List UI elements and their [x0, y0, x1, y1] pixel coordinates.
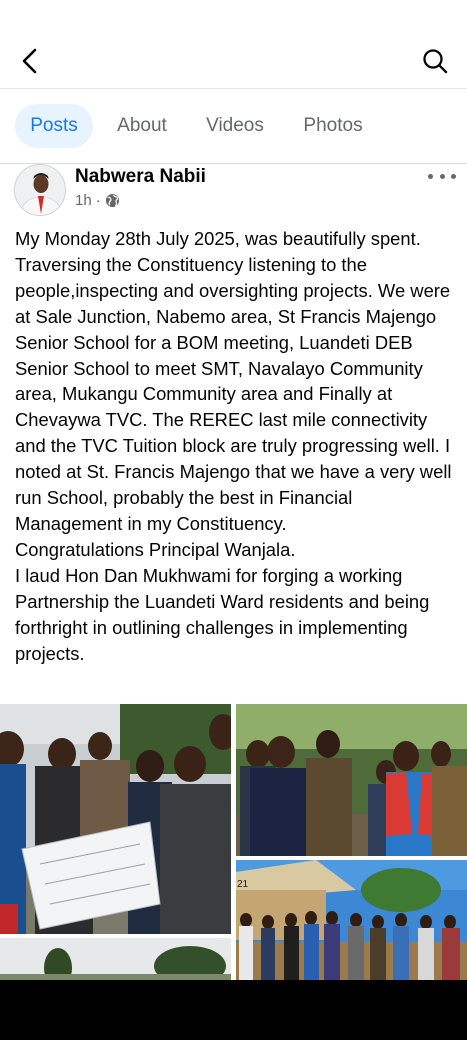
- post-photo-grid: 21: [0, 704, 467, 980]
- top-bar: [0, 0, 467, 88]
- tab-posts[interactable]: Posts: [15, 104, 93, 148]
- more-dot: [439, 173, 445, 179]
- chevron-left-icon: [22, 48, 37, 74]
- post-author[interactable]: Nabwera Nabii: [75, 166, 206, 188]
- more-horizontal-icon: [428, 173, 433, 179]
- profile-tabs: Posts About Videos Photos: [0, 88, 467, 164]
- tab-about[interactable]: About: [106, 104, 178, 148]
- post-text[interactable]: My Monday 28th July 2025, was beautifull…: [15, 226, 455, 666]
- meta-separator: ·: [95, 192, 101, 209]
- profile-photo: [15, 165, 65, 215]
- tab-videos[interactable]: Videos: [196, 104, 274, 148]
- post-photo-2[interactable]: [236, 704, 467, 856]
- system-navigation-bar: [0, 980, 467, 1040]
- back-button[interactable]: [14, 44, 46, 78]
- photo-overlay-number: 21: [237, 879, 249, 890]
- post-options-button[interactable]: [428, 166, 456, 186]
- post-photo-1[interactable]: [0, 704, 231, 934]
- post-time[interactable]: 1h: [75, 192, 92, 209]
- avatar[interactable]: [14, 164, 66, 216]
- post-meta: 1h ·: [75, 192, 120, 209]
- globe-icon: [105, 193, 119, 208]
- search-button[interactable]: [418, 44, 452, 78]
- more-dot: [451, 173, 456, 179]
- post-photo-3[interactable]: 21: [236, 860, 467, 980]
- search-icon: [423, 49, 448, 74]
- tab-photos[interactable]: Photos: [292, 104, 374, 148]
- post-header: Nabwera Nabii 1h ·: [0, 164, 467, 224]
- post-photo-4[interactable]: [0, 938, 231, 980]
